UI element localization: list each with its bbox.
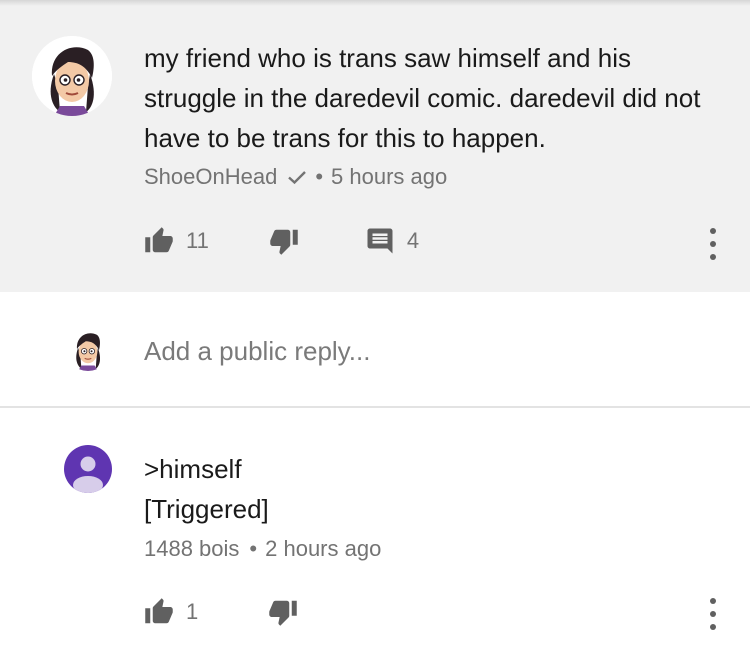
replier-avatar[interactable] xyxy=(64,445,112,493)
comment-actions: 11 4 xyxy=(144,226,419,256)
cartoon-girl-avatar-icon xyxy=(32,36,112,116)
commenter-avatar[interactable] xyxy=(32,36,112,116)
thumbs-up-icon[interactable] xyxy=(144,597,174,627)
reply-line: [Triggered] xyxy=(144,494,269,524)
cartoon-girl-avatar-icon xyxy=(66,327,110,371)
comment-time[interactable]: 5 hours ago xyxy=(331,164,447,190)
reply-time[interactable]: 2 hours ago xyxy=(265,536,381,562)
checkmark-icon xyxy=(288,171,307,185)
author-name[interactable]: 1488 bois xyxy=(144,536,239,562)
more-options-icon[interactable] xyxy=(706,598,720,630)
reply-comment-icon[interactable] xyxy=(365,226,395,256)
comment-text: my friend who is trans saw himself and h… xyxy=(144,43,701,153)
reply-composer xyxy=(0,292,750,408)
like-count: 1 xyxy=(186,599,199,624)
header-shadow xyxy=(0,0,750,6)
comment-meta: ShoeOnHead • 5 hours ago xyxy=(144,164,447,190)
author-name[interactable]: ShoeOnHead xyxy=(144,164,277,190)
reply-line: >himself xyxy=(144,454,242,484)
more-options-icon[interactable] xyxy=(706,228,720,260)
current-user-avatar xyxy=(66,327,110,371)
thumbs-down-icon[interactable] xyxy=(268,597,298,627)
like-count: 11 xyxy=(186,228,209,253)
reply-text: >himself [Triggered] xyxy=(144,449,704,529)
separator-dot: • xyxy=(249,536,258,561)
thumbs-down-icon[interactable] xyxy=(269,226,299,256)
reply-actions: 1 xyxy=(144,597,298,627)
reply-count: 4 xyxy=(406,228,420,253)
separator-dot: • xyxy=(315,164,324,189)
thumbs-up-icon[interactable] xyxy=(144,226,174,256)
default-user-avatar-icon xyxy=(73,456,103,493)
top-comment: my friend who is trans saw himself and h… xyxy=(0,0,750,292)
reply-input[interactable] xyxy=(144,334,664,368)
reply-meta: 1488 bois • 2 hours ago xyxy=(144,536,381,562)
